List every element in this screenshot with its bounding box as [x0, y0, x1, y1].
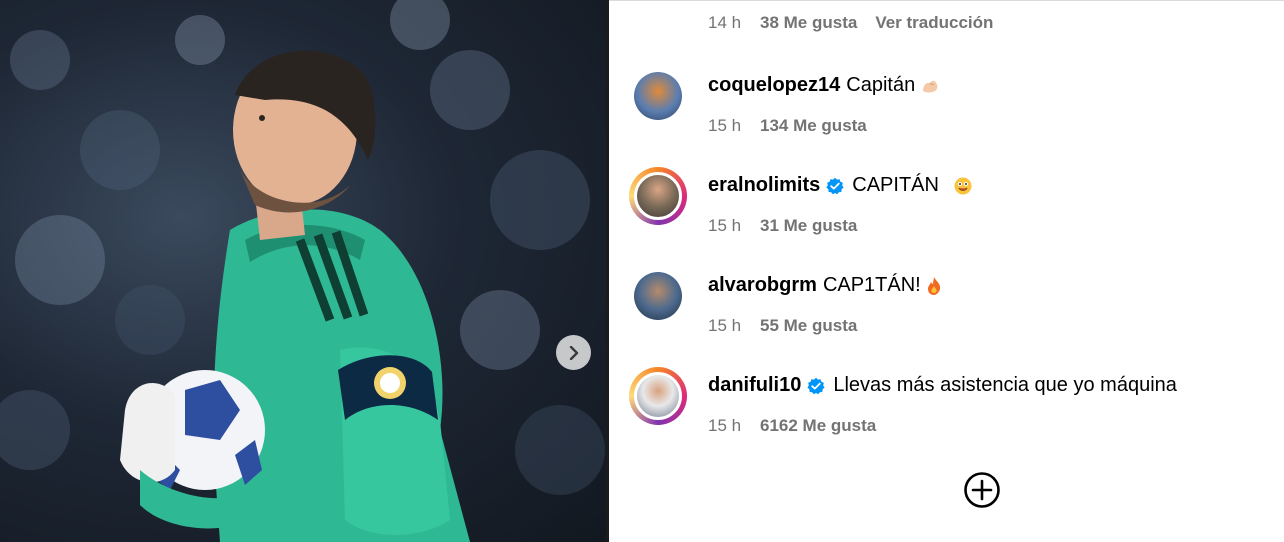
comment-text: CAPITÁN — [852, 174, 939, 196]
avatar-image — [634, 172, 682, 220]
previous-comment-meta: 14 h 38 Me gusta Ver traducción — [708, 13, 993, 33]
plus-circle-icon[interactable] — [963, 471, 1001, 509]
comment-time: 15 h — [708, 416, 742, 435]
comment-likes[interactable]: 55 Me gusta — [760, 316, 857, 336]
comment-likes[interactable]: 6162 Me gusta — [760, 416, 876, 436]
next-photo-button[interactable] — [556, 335, 591, 370]
comment-username[interactable]: danifuli10 — [708, 374, 801, 397]
comment-meta: 15 h 6162 Me gusta — [708, 416, 894, 436]
comment-time: 15 h — [708, 116, 742, 135]
comment-item: eralnolimits CAPITÁN 15 h 31 Me gusta — [629, 167, 1273, 241]
comment-text: Llevas más asistencia que yo máquina — [833, 374, 1177, 396]
comment-line: eralnolimits CAPITÁN — [708, 174, 973, 197]
comment-username[interactable]: coquelopez14 — [708, 74, 840, 97]
avatar-image — [634, 72, 682, 120]
chevron-right-icon — [569, 345, 578, 360]
post-viewer: 14 h 38 Me gusta Ver traducción coquelop… — [0, 0, 1284, 542]
comment-time: 15 h — [708, 316, 742, 335]
comment-username[interactable]: alvarobgrm — [708, 274, 817, 297]
comment-item: coquelopez14 Capitán 15 h 134 Me gusta — [633, 71, 1273, 141]
comments-panel: 14 h 38 Me gusta Ver traducción coquelop… — [609, 0, 1284, 542]
comment-text: CAP1TÁN! — [822, 274, 921, 296]
comment-meta: 15 h 55 Me gusta — [708, 316, 875, 336]
comment-line: danifuli10 Llevas más asistencia que yo … — [708, 374, 1177, 397]
avatar[interactable] — [629, 367, 687, 425]
comment-likes[interactable]: 38 Me gusta — [760, 13, 857, 33]
see-translation-link[interactable]: Ver traducción — [875, 13, 993, 33]
avatar-image — [634, 272, 682, 320]
comment-likes[interactable]: 31 Me gusta — [760, 216, 857, 236]
comment-line: coquelopez14 Capitán — [708, 74, 940, 97]
smiling-face-icon — [954, 177, 972, 194]
comment-username[interactable]: eralnolimits — [708, 174, 820, 197]
flexed-biceps-icon — [923, 80, 938, 92]
comment-text: Capitán — [846, 74, 916, 96]
avatar[interactable] — [633, 271, 683, 321]
comment-item: alvarobgrm CAP1TÁN! 15 h 55 Me gusta — [633, 271, 1273, 341]
fire-icon — [927, 276, 940, 295]
avatar-image — [634, 372, 682, 420]
comment-likes[interactable]: 134 Me gusta — [760, 116, 867, 136]
verified-badge-icon — [807, 377, 825, 394]
comment-item: danifuli10 Llevas más asistencia que yo … — [629, 367, 1273, 441]
comment-meta: 15 h 31 Me gusta — [708, 216, 875, 236]
avatar[interactable] — [629, 167, 687, 225]
avatar[interactable] — [633, 71, 683, 121]
comment-meta: 15 h 134 Me gusta — [708, 116, 885, 136]
comment-line: alvarobgrm CAP1TÁN! — [708, 274, 944, 297]
verified-badge-icon — [826, 177, 844, 194]
goalkeeper-photo — [0, 0, 605, 542]
comment-time: 14 h — [708, 13, 742, 32]
comment-time: 15 h — [708, 216, 742, 235]
post-photo — [0, 0, 606, 542]
